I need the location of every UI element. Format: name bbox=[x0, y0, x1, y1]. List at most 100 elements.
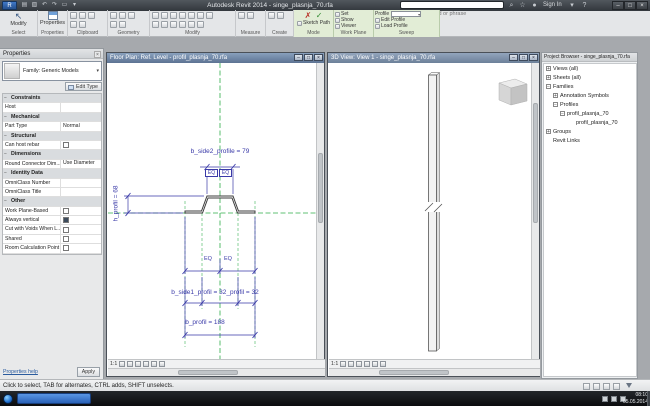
move-icon[interactable] bbox=[179, 12, 186, 19]
palette-close-icon[interactable]: × bbox=[94, 51, 101, 58]
window-minimize-icon[interactable]: – bbox=[509, 54, 518, 61]
mirror-icon[interactable] bbox=[170, 12, 177, 19]
scale-label[interactable]: 1:1 bbox=[110, 361, 117, 367]
maximize-button[interactable]: □ bbox=[624, 1, 636, 10]
collapse-icon[interactable] bbox=[4, 132, 10, 141]
property-row[interactable]: Always vertical bbox=[3, 216, 101, 225]
eq-dimension-label[interactable]: EQ bbox=[224, 256, 232, 262]
revit-taskbar-button[interactable] bbox=[17, 393, 91, 404]
tray-icon[interactable] bbox=[602, 396, 608, 402]
scale-label[interactable]: 1:1 bbox=[331, 361, 338, 367]
collapse-icon[interactable] bbox=[4, 113, 10, 122]
user-icon[interactable]: ● bbox=[530, 1, 539, 10]
property-section[interactable]: Constraints bbox=[3, 94, 101, 103]
panel-label-select[interactable]: Select bbox=[0, 29, 37, 37]
floor-plan-canvas[interactable]: b_side2_profile = 79 EQ EQ h_profil = 68… bbox=[108, 63, 317, 359]
collapse-icon[interactable] bbox=[546, 84, 551, 89]
floor-plan-title-bar[interactable]: Floor Plan: Ref. Level - profil_plasnja_… bbox=[107, 53, 324, 63]
property-section[interactable]: Other bbox=[3, 197, 101, 206]
dimension-b-side1[interactable]: b_side1_profil = 32_profil = 32 bbox=[130, 289, 300, 296]
join-icon[interactable] bbox=[128, 12, 135, 19]
property-section[interactable]: Identity Data bbox=[3, 169, 101, 178]
visual-style-icon[interactable] bbox=[127, 361, 133, 367]
copy-tool-icon[interactable] bbox=[188, 12, 195, 19]
rendering-icon[interactable] bbox=[372, 361, 378, 367]
panel-label-create[interactable]: Create bbox=[266, 29, 293, 37]
crop-region-visible-icon[interactable] bbox=[159, 361, 165, 367]
cut-geometry-icon[interactable] bbox=[119, 12, 126, 19]
window-minimize-icon[interactable]: – bbox=[294, 54, 303, 61]
undo-icon[interactable]: ↶ bbox=[40, 1, 49, 10]
visual-style-icon[interactable] bbox=[348, 361, 354, 367]
edit-type-button[interactable]: Edit Type bbox=[65, 82, 102, 91]
properties-help-link[interactable]: Properties help bbox=[3, 369, 38, 375]
dimension-h-profil[interactable]: h_profil = 68 bbox=[113, 174, 120, 234]
crop-view-icon[interactable] bbox=[380, 361, 386, 367]
tree-item-groups[interactable]: Groups bbox=[544, 127, 636, 136]
panel-label-clipboard[interactable]: Clipboard bbox=[68, 29, 107, 37]
checkbox-icon[interactable] bbox=[63, 142, 69, 148]
copy-icon[interactable] bbox=[79, 12, 86, 19]
tree-item-sheets[interactable]: Sheets (all) bbox=[544, 73, 636, 82]
dimension-icon[interactable] bbox=[247, 12, 254, 19]
collapse-icon[interactable] bbox=[553, 102, 558, 107]
select-toggle-icon[interactable] bbox=[613, 383, 620, 390]
project-browser-header[interactable]: Project Browser - singe_plasnja_70.rfa bbox=[542, 53, 637, 62]
dimension-b-side2[interactable]: b_side2_profile = 79 bbox=[160, 148, 280, 155]
tree-item-revit-links[interactable]: Revit Links bbox=[544, 136, 636, 145]
property-section[interactable]: Dimensions bbox=[3, 150, 101, 159]
crop-view-icon[interactable] bbox=[151, 361, 157, 367]
collapse-icon[interactable] bbox=[4, 197, 10, 206]
property-row[interactable]: Cut with Voids When L... bbox=[3, 225, 101, 234]
collapse-icon[interactable] bbox=[560, 111, 565, 116]
open-icon[interactable]: ▤ bbox=[20, 1, 29, 10]
sun-path-icon[interactable] bbox=[135, 361, 141, 367]
panel-label-mode[interactable]: Mode bbox=[294, 29, 333, 37]
cancel-edit-mode-icon[interactable]: ✗ bbox=[305, 11, 312, 20]
3d-view-title-bar[interactable]: 3D View: View 1 - singe_plasnja_70.rfa –… bbox=[328, 53, 539, 63]
minimize-button[interactable]: – bbox=[612, 1, 624, 10]
create-group-icon[interactable] bbox=[268, 12, 275, 19]
delete-icon[interactable] bbox=[197, 21, 204, 28]
checkbox-icon[interactable] bbox=[63, 245, 69, 251]
tree-item-families[interactable]: Families bbox=[544, 82, 636, 91]
horizontal-scrollbar[interactable] bbox=[108, 368, 325, 376]
rotate-icon[interactable] bbox=[197, 12, 204, 19]
panel-label-properties[interactable]: Properties bbox=[38, 29, 67, 37]
array-icon[interactable] bbox=[161, 21, 168, 28]
expand-icon[interactable] bbox=[546, 66, 551, 71]
redo-icon[interactable]: ↷ bbox=[50, 1, 59, 10]
worksets-status-icon[interactable] bbox=[583, 383, 590, 390]
property-row[interactable]: Part TypeNormal bbox=[3, 122, 101, 131]
match-type-icon[interactable] bbox=[70, 21, 77, 28]
clipboard-tool-icon[interactable] bbox=[79, 21, 86, 28]
help-icon[interactable]: ? bbox=[580, 1, 589, 10]
scale-icon[interactable] bbox=[170, 21, 177, 28]
split-icon[interactable] bbox=[152, 21, 159, 28]
shadows-icon[interactable] bbox=[364, 361, 370, 367]
detail-level-icon[interactable] bbox=[340, 361, 346, 367]
window-restore-icon[interactable]: □ bbox=[519, 54, 528, 61]
offset-icon[interactable] bbox=[161, 12, 168, 19]
editable-only-icon[interactable] bbox=[603, 383, 610, 390]
property-row[interactable]: Round Connector Dim...Use Diameter bbox=[3, 160, 101, 169]
checkbox-icon[interactable] bbox=[63, 227, 69, 233]
qat-dropdown-icon[interactable]: ▾ bbox=[70, 1, 79, 10]
unpin-icon[interactable] bbox=[188, 21, 195, 28]
trim-icon[interactable] bbox=[206, 12, 213, 19]
sun-path-icon[interactable] bbox=[356, 361, 362, 367]
checkbox-icon[interactable] bbox=[63, 208, 69, 214]
property-section[interactable]: Structural bbox=[3, 132, 101, 141]
filter-icon[interactable] bbox=[626, 383, 632, 388]
expand-icon[interactable] bbox=[546, 75, 551, 80]
design-options-status-icon[interactable] bbox=[593, 383, 600, 390]
checkbox-icon[interactable] bbox=[63, 236, 69, 242]
property-row[interactable]: Can host rebar bbox=[3, 141, 101, 150]
tree-item-annotation-symbols[interactable]: Annotation Symbols bbox=[544, 91, 636, 100]
signin-dropdown-icon[interactable]: ▾ bbox=[568, 1, 576, 10]
expand-icon[interactable] bbox=[546, 129, 551, 134]
apply-button[interactable]: Apply bbox=[77, 367, 100, 377]
search-icon[interactable]: ⌕ bbox=[507, 1, 516, 10]
vertical-scrollbar[interactable] bbox=[316, 63, 324, 359]
align-icon[interactable] bbox=[152, 12, 159, 19]
